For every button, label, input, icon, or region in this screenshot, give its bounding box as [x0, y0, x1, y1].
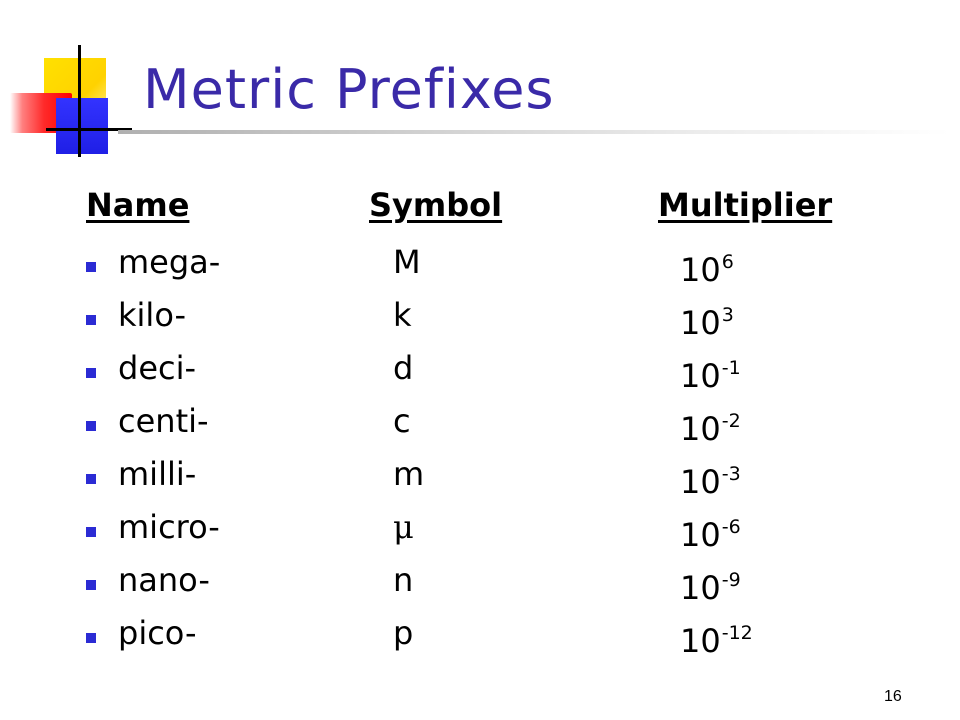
prefix-multiplier: 10-12: [680, 613, 753, 661]
multiplier-base: 10: [680, 357, 721, 395]
multiplier-exponent: 6: [721, 251, 734, 273]
prefix-symbol: c: [393, 402, 411, 440]
slide: Metric Prefixes Name Symbol Multiplier m…: [0, 0, 960, 720]
prefix-multiplier: 10-6: [680, 507, 741, 555]
prefix-name: pico-: [118, 614, 197, 652]
prefix-multiplier: 106: [680, 242, 734, 290]
prefix-row: milli- m 10-3: [0, 454, 960, 506]
prefix-symbol: k: [393, 296, 412, 334]
prefix-name: nano-: [118, 561, 210, 599]
logo-blue-square: [56, 98, 108, 154]
column-header-symbol: Symbol: [369, 186, 503, 224]
prefix-symbol: M: [393, 243, 421, 281]
prefix-multiplier: 10-9: [680, 560, 741, 608]
prefix-multiplier: 10-3: [680, 454, 741, 502]
multiplier-exponent: -12: [721, 622, 753, 644]
multiplier-base: 10: [680, 410, 721, 448]
prefix-row: mega- M 106: [0, 242, 960, 294]
prefix-multiplier: 10-1: [680, 348, 741, 396]
multiplier-base: 10: [680, 622, 721, 660]
multiplier-exponent: -9: [721, 569, 741, 591]
prefix-symbol: d: [393, 349, 414, 387]
multiplier-exponent: 3: [721, 304, 734, 326]
prefix-row: pico- p 10-12: [0, 613, 960, 665]
multiplier-exponent: -3: [721, 463, 741, 485]
bullet-icon: [86, 527, 96, 537]
bullet-icon: [86, 421, 96, 431]
bullet-icon: [86, 580, 96, 590]
prefix-symbol: p: [393, 614, 414, 652]
column-header-name: Name: [86, 186, 190, 224]
page-number: 16: [884, 688, 902, 705]
prefix-name: centi-: [118, 402, 209, 440]
bullet-icon: [86, 633, 96, 643]
prefix-symbol: m: [393, 455, 425, 493]
multiplier-base: 10: [680, 516, 721, 554]
prefix-row: kilo- k 103: [0, 295, 960, 347]
prefix-row: nano- n 10-9: [0, 560, 960, 612]
bullet-icon: [86, 315, 96, 325]
prefix-name: kilo-: [118, 296, 187, 334]
prefix-row: micro- μ 10-6: [0, 507, 960, 559]
multiplier-exponent: -2: [721, 410, 741, 432]
prefix-symbol: n: [393, 561, 414, 599]
bullet-icon: [86, 474, 96, 484]
multiplier-base: 10: [680, 463, 721, 501]
prefix-name: mega-: [118, 243, 221, 281]
prefix-multiplier: 103: [680, 295, 734, 343]
multiplier-base: 10: [680, 304, 721, 342]
prefix-symbol: μ: [393, 508, 414, 546]
prefix-name: deci-: [118, 349, 197, 387]
multiplier-base: 10: [680, 569, 721, 607]
logo-vertical-line: [78, 45, 81, 157]
prefix-multiplier: 10-2: [680, 401, 741, 449]
bullet-icon: [86, 262, 96, 272]
title-underline-rule: [118, 130, 950, 134]
prefix-row: centi- c 10-2: [0, 401, 960, 453]
slide-title: Metric Prefixes: [143, 58, 555, 121]
prefix-name: micro-: [118, 508, 220, 546]
multiplier-exponent: -6: [721, 516, 741, 538]
bullet-icon: [86, 368, 96, 378]
prefix-row: deci- d 10-1: [0, 348, 960, 400]
column-header-multiplier: Multiplier: [658, 186, 833, 224]
multiplier-base: 10: [680, 251, 721, 289]
prefix-name: milli-: [118, 455, 197, 493]
multiplier-exponent: -1: [721, 357, 741, 379]
